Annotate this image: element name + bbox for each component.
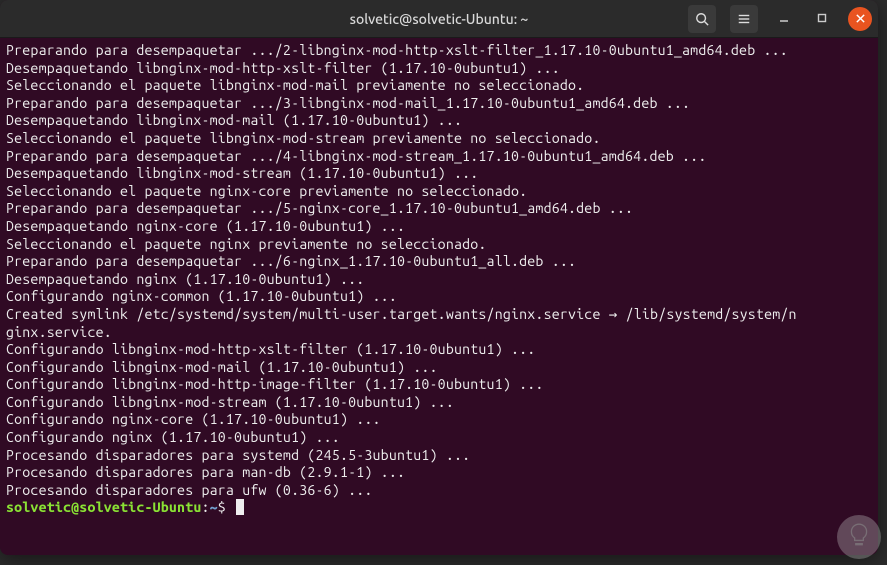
search-icon: [695, 12, 709, 26]
terminal-line: Desempaquetando libnginx-mod-mail (1.17.…: [6, 112, 872, 130]
terminal-line: Desempaquetando nginx-core (1.17.10-0ubu…: [6, 218, 872, 236]
titlebar: solvetic@solvetic-Ubuntu: ~: [0, 0, 878, 38]
terminal-line: Configurando nginx (1.17.10-0ubuntu1) ..…: [6, 429, 872, 447]
hamburger-icon: [737, 12, 751, 26]
terminal-line: Desempaquetando libnginx-mod-http-xslt-f…: [6, 60, 872, 78]
terminal-line: Preparando para desempaquetar .../4-libn…: [6, 148, 872, 166]
minimize-button[interactable]: [772, 7, 796, 31]
terminal-window: solvetic@solvetic-Ubuntu: ~: [0, 0, 878, 555]
prompt-user-host: solvetic@solvetic-Ubuntu: [6, 499, 201, 515]
terminal-line: Configurando libnginx-mod-http-xslt-filt…: [6, 341, 872, 359]
terminal-output[interactable]: Preparando para desempaquetar .../2-libn…: [0, 38, 878, 555]
prompt-path: ~: [210, 499, 218, 515]
terminal-line: Preparando para desempaquetar .../5-ngin…: [6, 200, 872, 218]
terminal-line: Configurando libnginx-mod-mail (1.17.10-…: [6, 359, 872, 377]
terminal-line: Preparando para desempaquetar .../2-libn…: [6, 42, 872, 60]
terminal-line: Desempaquetando nginx (1.17.10-0ubuntu1)…: [6, 271, 872, 289]
maximize-icon: [816, 10, 828, 28]
close-button[interactable]: [848, 7, 872, 31]
terminal-line: Configurando libnginx-mod-http-image-fil…: [6, 376, 872, 394]
prompt-dollar: $: [218, 499, 234, 515]
terminal-line: Seleccionando el paquete libnginx-mod-ma…: [6, 77, 872, 95]
terminal-line: ginx.service.: [6, 324, 872, 342]
maximize-button[interactable]: [810, 7, 834, 31]
prompt-colon: :: [201, 499, 209, 515]
terminal-line: Desempaquetando libnginx-mod-stream (1.1…: [6, 165, 872, 183]
search-button[interactable]: [688, 5, 716, 33]
terminal-line: Configurando nginx-common (1.17.10-0ubun…: [6, 288, 872, 306]
terminal-line: Configurando libnginx-mod-stream (1.17.1…: [6, 394, 872, 412]
terminal-line: Seleccionando el paquete libnginx-mod-st…: [6, 130, 872, 148]
terminal-prompt-line[interactable]: solvetic@solvetic-Ubuntu:~$: [6, 499, 872, 517]
window-title: solvetic@solvetic-Ubuntu: ~: [350, 11, 529, 27]
titlebar-controls: [688, 5, 872, 33]
menu-button[interactable]: [730, 5, 758, 33]
terminal-cursor: [236, 499, 244, 515]
terminal-line: Procesando disparadores para ufw (0.36-6…: [6, 482, 872, 500]
terminal-line: Preparando para desempaquetar .../3-libn…: [6, 95, 872, 113]
terminal-line: Created symlink /etc/systemd/system/mult…: [6, 306, 872, 324]
minimize-icon: [778, 10, 790, 28]
terminal-line: Procesando disparadores para systemd (24…: [6, 447, 872, 465]
terminal-line: Procesando disparadores para man-db (2.9…: [6, 464, 872, 482]
terminal-line: Seleccionando el paquete nginx-core prev…: [6, 183, 872, 201]
terminal-line: Configurando nginx-core (1.17.10-0ubuntu…: [6, 411, 872, 429]
terminal-line: Seleccionando el paquete nginx previamen…: [6, 236, 872, 254]
close-icon: [855, 10, 866, 28]
terminal-line: Preparando para desempaquetar .../6-ngin…: [6, 253, 872, 271]
